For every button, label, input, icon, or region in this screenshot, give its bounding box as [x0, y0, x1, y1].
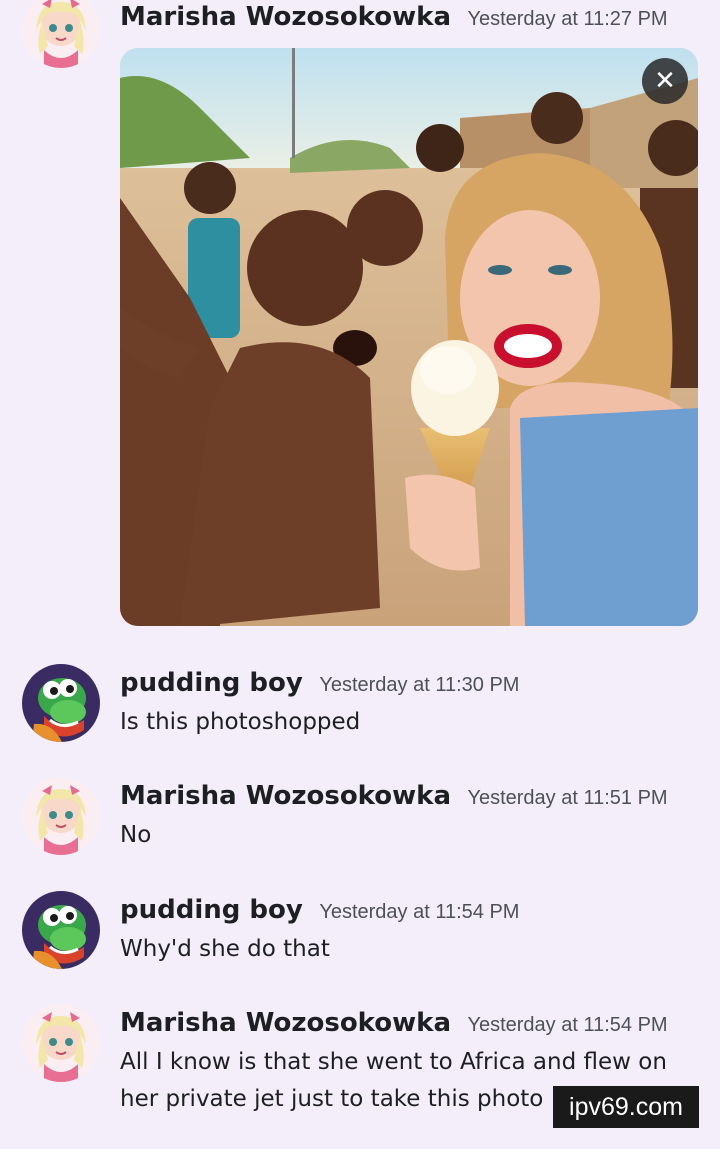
anime-girl-avatar-icon — [22, 777, 100, 855]
username[interactable]: pudding boy — [120, 895, 303, 925]
chat-log: Marisha Wozosokowka Yesterday at 11:27 P… — [0, 0, 720, 1149]
message-text: Why'd she do that — [120, 936, 330, 962]
username[interactable]: Marisha Wozosokowka — [120, 781, 451, 811]
message-header: Marisha Wozosokowka Yesterday at 11:27 P… — [120, 2, 668, 32]
message-header: pudding boy Yesterday at 11:30 PM — [120, 668, 519, 698]
avatar[interactable] — [22, 0, 100, 68]
anime-girl-avatar-icon — [22, 0, 100, 68]
username[interactable]: Marisha Wozosokowka — [120, 2, 451, 32]
anime-girl-avatar-icon — [22, 1004, 100, 1082]
message-text: Is this photoshopped — [120, 709, 361, 735]
avatar[interactable] — [22, 664, 100, 742]
message-header: Marisha Wozosokowka Yesterday at 11:51 P… — [120, 781, 668, 811]
yoshi-avatar-icon — [22, 664, 100, 742]
timestamp: Yesterday at 11:51 PM — [467, 787, 668, 809]
timestamp: Yesterday at 11:30 PM — [319, 674, 520, 696]
message-text: No — [120, 822, 152, 848]
avatar[interactable] — [22, 891, 100, 969]
watermark: ipv69.com — [553, 1086, 699, 1128]
yoshi-avatar-icon — [22, 891, 100, 969]
avatar[interactable] — [22, 1004, 100, 1082]
message-header: Marisha Wozosokowka Yesterday at 11:54 P… — [120, 1008, 668, 1038]
image-attachment[interactable]: ✕ — [120, 48, 698, 626]
avatar[interactable] — [22, 777, 100, 855]
timestamp: Yesterday at 11:54 PM — [467, 1014, 668, 1036]
timestamp: Yesterday at 11:54 PM — [319, 901, 520, 923]
timestamp: Yesterday at 11:27 PM — [467, 8, 668, 30]
username[interactable]: pudding boy — [120, 668, 303, 698]
close-icon[interactable]: ✕ — [642, 58, 688, 104]
photo-image — [120, 48, 698, 626]
message-header: pudding boy Yesterday at 11:54 PM — [120, 895, 519, 925]
username[interactable]: Marisha Wozosokowka — [120, 1008, 451, 1038]
